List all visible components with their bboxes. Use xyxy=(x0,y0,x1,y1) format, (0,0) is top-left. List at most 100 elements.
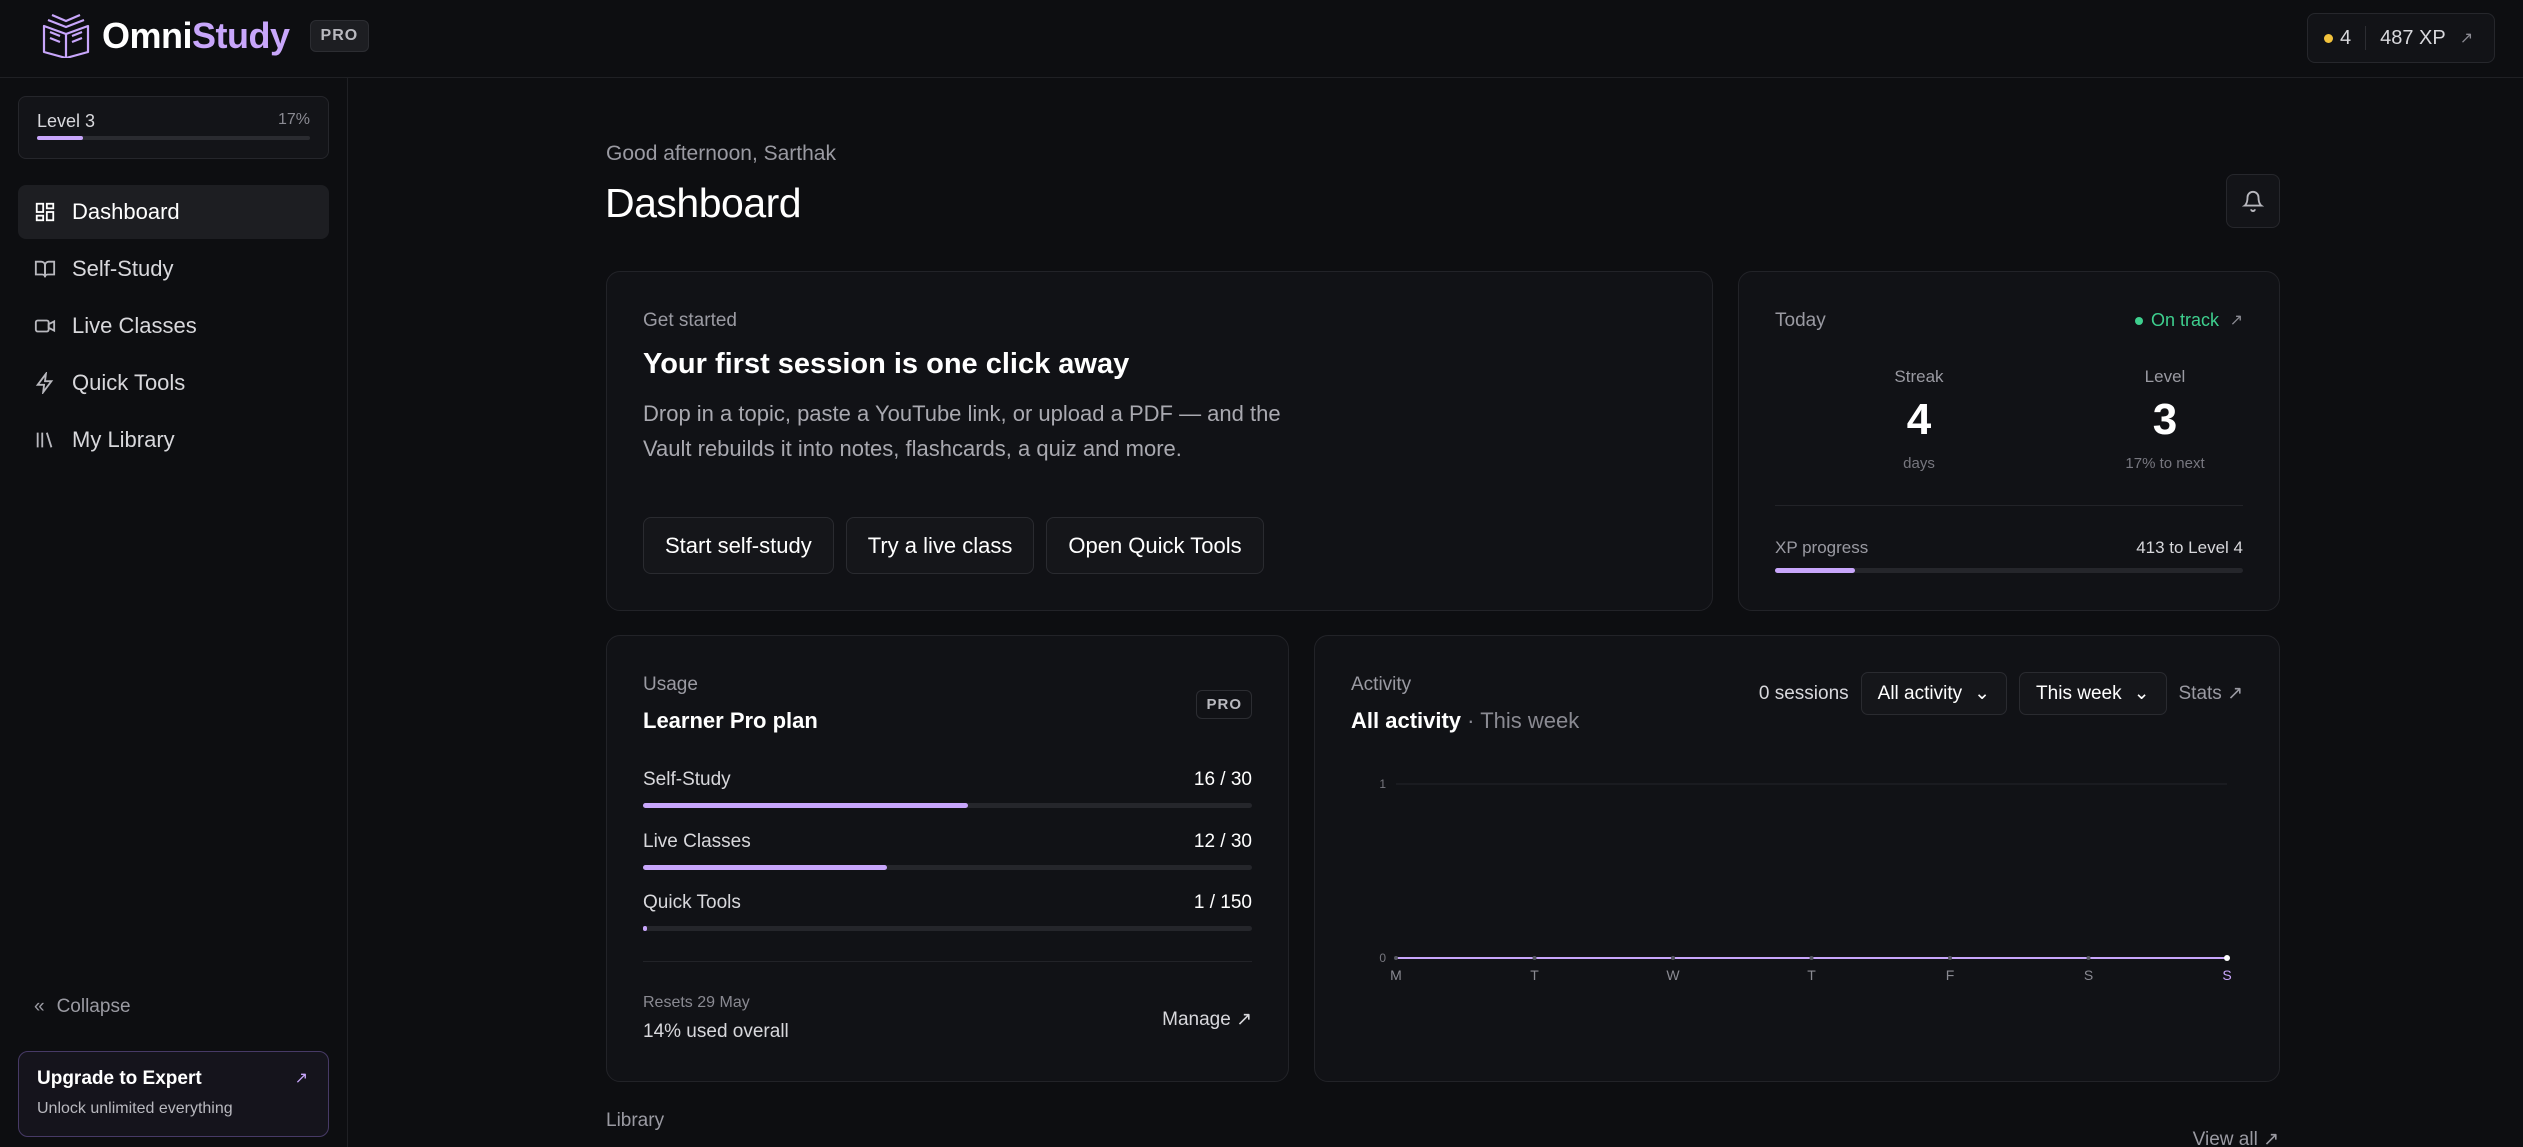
usage-track xyxy=(643,926,1252,931)
usage-count: 12 / 30 xyxy=(1193,831,1252,852)
manage-link[interactable]: Manage ↗ xyxy=(1162,1008,1252,1031)
try-live-class-button[interactable]: Try a live class xyxy=(845,517,1035,574)
level-stat: Level 3 17% to next xyxy=(2065,367,2265,472)
data-point xyxy=(2086,956,2091,960)
video-icon xyxy=(34,319,56,333)
sidebar-item-live-classes[interactable]: Live Classes xyxy=(18,299,329,353)
streak-stat: Streak 4 days xyxy=(1819,367,2019,472)
usage-row-quick-tools: Quick Tools 1 / 150 xyxy=(643,892,1252,932)
stats-link[interactable]: Stats ↗ xyxy=(2179,682,2244,705)
xp-status-button[interactable]: 4 487 XP ↗ xyxy=(2307,13,2495,63)
level-percent: 17% xyxy=(277,111,310,128)
activity-card: Activity All activity · This week 0 sess… xyxy=(1314,635,2280,1082)
upgrade-title: Upgrade to Expert xyxy=(37,1068,202,1089)
collapse-label: Collapse xyxy=(56,996,131,1017)
coin-count: 4 xyxy=(2340,26,2352,49)
reset-date: Resets 29 May xyxy=(643,994,750,1011)
start-self-study-button[interactable]: Start self-study xyxy=(643,517,834,574)
today-card: Today On track ↗ Streak 4 days Level 3 1… xyxy=(1738,271,2280,611)
logo-icon xyxy=(42,14,90,58)
top-bar: OmniStudy PRO 4 487 XP ↗ xyxy=(0,0,2523,78)
usage-name: Quick Tools xyxy=(643,892,741,913)
used-overall: 14% used overall xyxy=(643,1021,789,1042)
sidebar-item-label: Quick Tools xyxy=(72,370,186,395)
plan-badge: PRO xyxy=(309,20,370,52)
usage-count: 1 / 150 xyxy=(1193,892,1252,913)
xp-progress-fill xyxy=(1775,568,1855,573)
card-eyebrow: Usage xyxy=(643,674,698,695)
usage-name: Live Classes xyxy=(643,831,751,852)
notifications-button[interactable] xyxy=(2226,174,2280,228)
chevrons-left-icon: « xyxy=(34,996,45,1017)
xp-progress-label: XP progress xyxy=(1775,538,1869,557)
collapse-button[interactable]: « Collapse xyxy=(34,996,131,1018)
usage-fill xyxy=(643,926,648,931)
stat-label: Level xyxy=(2144,367,2186,386)
x-tick-label: W xyxy=(1666,967,1680,983)
x-tick-label: M xyxy=(1390,967,1402,983)
divider xyxy=(643,961,1252,962)
view-all-link[interactable]: View all ↗ xyxy=(2193,1128,2279,1147)
divider xyxy=(1775,505,2243,506)
external-arrow-icon: ↗ xyxy=(2459,30,2474,47)
status-dot-icon xyxy=(2134,316,2143,325)
data-point xyxy=(1532,956,1537,960)
stat-value: 4 xyxy=(1906,395,1932,444)
sidebar-item-label: Live Classes xyxy=(72,313,197,338)
get-started-card: Get started Your first session is one cl… xyxy=(606,271,1713,611)
status-text: On track xyxy=(2150,310,2219,330)
x-tick-label: S xyxy=(2222,967,2231,983)
logo[interactable]: OmniStudy PRO xyxy=(40,14,370,58)
sidebar-item-quick-tools[interactable]: Quick Tools xyxy=(18,356,329,410)
data-point xyxy=(1948,956,1952,960)
sidebar-item-dashboard[interactable]: Dashboard xyxy=(18,185,329,239)
usage-row-self-study: Self-Study 16 / 30 xyxy=(643,769,1252,809)
activity-chart: 0 1 M T W T F S S xyxy=(1379,777,2231,983)
status-badge: On track xyxy=(2134,310,2219,331)
usage-name: Self-Study xyxy=(643,769,731,790)
sidebar: Level 3 17% Dashboard Self-Study Live Cl… xyxy=(0,78,348,1147)
sidebar-nav: Dashboard Self-Study Live Classes Quick … xyxy=(18,185,329,470)
brand-name: OmniStudy xyxy=(102,15,290,56)
sidebar-item-self-study[interactable]: Self-Study xyxy=(18,242,329,296)
card-eyebrow: Activity xyxy=(1351,674,1412,695)
upgrade-card[interactable]: Upgrade to Expert Unlock unlimited every… xyxy=(18,1051,329,1137)
period-filter-dropdown[interactable]: This week ⌄ xyxy=(2019,672,2167,715)
card-eyebrow: Today xyxy=(1775,310,1826,331)
data-point xyxy=(1671,956,1675,960)
coin-icon xyxy=(2324,33,2333,43)
xp-total: 487 XP xyxy=(2380,26,2446,49)
divider xyxy=(2365,26,2367,50)
greeting: Good afternoon, Sarthak xyxy=(606,142,836,165)
x-tick-label: T xyxy=(1530,967,1539,983)
x-tick-label: T xyxy=(1807,967,1816,983)
sidebar-item-label: My Library xyxy=(72,427,175,452)
stat-unit: 17% to next xyxy=(2125,455,2205,472)
card-description: Drop in a topic, paste a YouTube link, o… xyxy=(643,401,1281,461)
sidebar-item-label: Dashboard xyxy=(72,199,180,224)
level-label: Level 3 xyxy=(37,111,96,131)
sidebar-item-my-library[interactable]: My Library xyxy=(18,413,329,467)
library-section-title: Library xyxy=(606,1110,665,1131)
session-count: 0 sessions xyxy=(1758,682,1849,704)
usage-fill xyxy=(643,803,968,808)
y-tick-label: 0 xyxy=(1379,951,1386,965)
chevron-down-icon: ⌄ xyxy=(1974,683,1991,704)
bell-icon xyxy=(2242,191,2264,212)
page-title: Dashboard xyxy=(605,180,802,226)
xp-remaining: 413 to Level 4 xyxy=(2136,538,2243,557)
stat-value: 3 xyxy=(2152,395,2178,444)
activity-filter-dropdown[interactable]: All activity ⌄ xyxy=(1860,672,2008,715)
level-card[interactable]: Level 3 17% xyxy=(18,96,329,159)
book-icon xyxy=(34,260,56,278)
data-point xyxy=(1809,956,1814,960)
external-arrow-icon: ↗ xyxy=(294,1070,308,1087)
external-arrow-icon[interactable]: ↗ xyxy=(2230,310,2243,330)
xp-progress-track xyxy=(1775,568,2243,573)
dashboard-icon xyxy=(35,202,55,222)
card-eyebrow: Get started xyxy=(643,310,737,331)
lightning-icon xyxy=(35,372,54,394)
chevron-down-icon: ⌄ xyxy=(2133,683,2150,704)
open-quick-tools-button[interactable]: Open Quick Tools xyxy=(1046,517,1264,574)
usage-track xyxy=(643,803,1252,808)
